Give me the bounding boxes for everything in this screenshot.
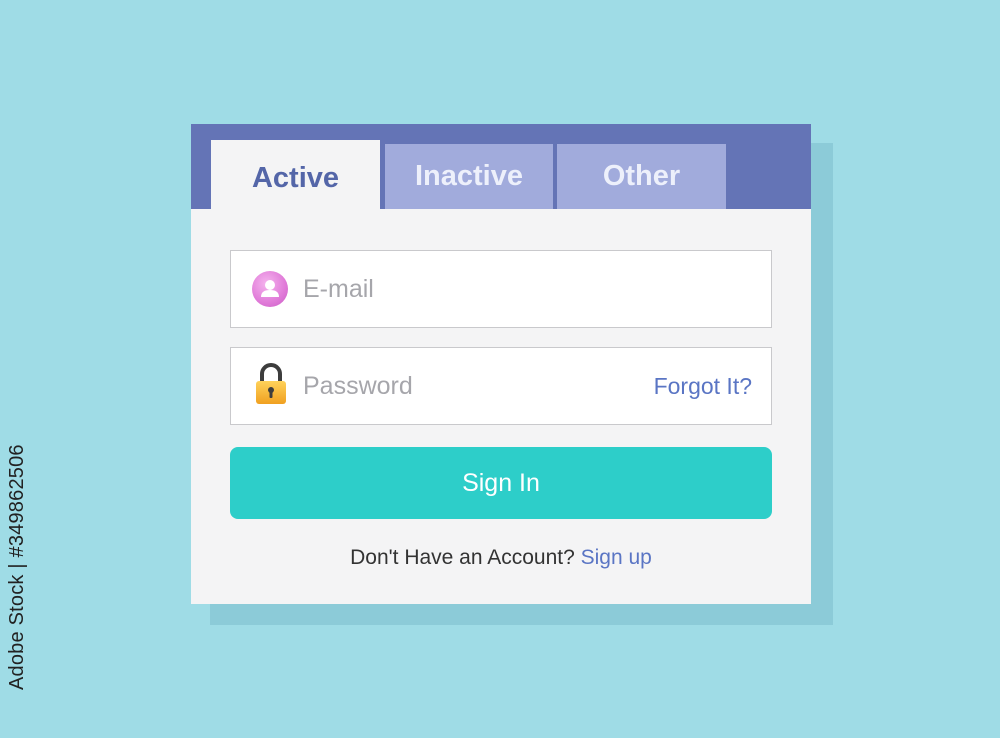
user-icon — [252, 271, 288, 307]
email-field[interactable] — [230, 250, 772, 328]
login-card: Active Inactive Other E-mail Forgot It? … — [191, 124, 811, 604]
signup-prompt: Don't Have an Account? — [350, 546, 575, 569]
tab-active[interactable]: Active — [211, 140, 380, 210]
tab-inactive[interactable]: Inactive — [385, 144, 553, 209]
signup-row: Don't Have an Account? Sign up — [191, 546, 811, 570]
sign-up-link[interactable]: Sign up — [581, 546, 652, 569]
email-input[interactable] — [303, 251, 623, 327]
tab-bar: Active Inactive Other — [191, 124, 811, 210]
sign-in-button[interactable]: Sign In — [230, 447, 772, 519]
password-input[interactable] — [303, 348, 623, 424]
side-caption: Adobe Stock | #349862506 — [6, 444, 28, 690]
forgot-password-link[interactable]: Forgot It? — [654, 348, 752, 424]
password-field[interactable]: Forgot It? — [230, 347, 772, 425]
tab-other[interactable]: Other — [557, 144, 726, 209]
lock-icon — [253, 362, 289, 406]
